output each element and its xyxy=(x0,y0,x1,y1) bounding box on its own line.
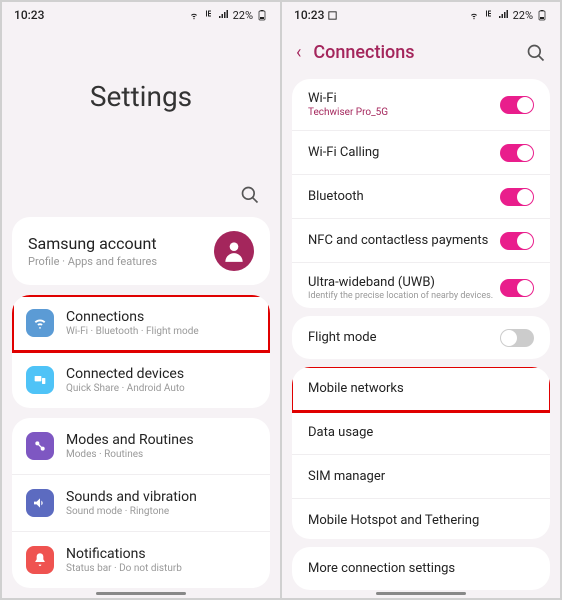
account-sub: Profile · Apps and features xyxy=(28,255,214,268)
person-icon xyxy=(221,238,247,264)
flight-mode-row[interactable]: Flight mode xyxy=(292,316,550,359)
setting-label: Modes and Routines xyxy=(66,432,256,448)
setting-sub: Sound mode · Ringtone xyxy=(66,506,256,517)
setting-label: Connections xyxy=(66,309,256,325)
search-icon[interactable] xyxy=(240,185,260,205)
volte-icon xyxy=(483,9,495,21)
devices-icon xyxy=(26,366,54,394)
status-icons: 22% xyxy=(188,9,268,22)
modes-icon xyxy=(26,432,54,460)
status-bar: 10:23 22% xyxy=(282,2,560,28)
conn-group-1: Wi-FiTechwiser Pro_5G Wi-Fi Calling Blue… xyxy=(292,79,550,308)
wifi-icon xyxy=(26,309,54,337)
connected-devices-row[interactable]: Connected devices Quick Share · Android … xyxy=(12,352,270,408)
home-indicator[interactable] xyxy=(96,592,186,595)
sounds-row[interactable]: Sounds and vibration Sound mode · Ringto… xyxy=(12,475,270,532)
modes-row[interactable]: Modes and Routines Modes · Routines xyxy=(12,418,270,475)
avatar[interactable] xyxy=(214,231,254,271)
wifi-calling-row[interactable]: Wi-Fi Calling xyxy=(292,131,550,175)
wifi-icon xyxy=(188,9,200,21)
battery-pct: 22% xyxy=(233,9,253,22)
setting-sub: Status bar · Do not disturb xyxy=(66,563,256,574)
signal-icon xyxy=(498,9,510,21)
signal-icon xyxy=(218,9,230,21)
mobile-networks-row[interactable]: Mobile networks xyxy=(292,367,550,411)
volte-icon xyxy=(203,9,215,21)
wifi-icon xyxy=(468,9,480,21)
setting-label: Sounds and vibration xyxy=(66,489,256,505)
wifi-calling-toggle[interactable] xyxy=(500,144,534,162)
wifi-toggle[interactable] xyxy=(500,96,534,114)
settings-screen: 10:23 22% Settings Samsung account Profi… xyxy=(2,2,280,598)
battery-icon xyxy=(536,9,548,21)
battery-pct: 22% xyxy=(513,9,533,22)
screenshot-icon xyxy=(327,10,338,21)
back-icon[interactable]: ‹ xyxy=(296,42,301,63)
bluetooth-row[interactable]: Bluetooth xyxy=(292,175,550,219)
page-title: Connections xyxy=(313,42,526,63)
setting-label: Notifications xyxy=(66,546,256,562)
bluetooth-toggle[interactable] xyxy=(500,188,534,206)
notifications-row[interactable]: Notifications Status bar · Do not distur… xyxy=(12,532,270,588)
nfc-row[interactable]: NFC and contactless payments xyxy=(292,219,550,263)
more-settings-row[interactable]: More connection settings xyxy=(292,547,550,590)
status-bar: 10:23 22% xyxy=(2,2,280,28)
settings-group-1: Connections Wi-Fi · Bluetooth · Flight m… xyxy=(12,295,270,408)
battery-icon xyxy=(256,9,268,21)
status-time: 10:23 xyxy=(294,8,338,22)
page-header: ‹ Connections xyxy=(282,28,560,79)
uwb-toggle[interactable] xyxy=(500,279,534,297)
sound-icon xyxy=(26,489,54,517)
home-indicator[interactable] xyxy=(376,592,466,595)
connections-screen: 10:23 22% ‹ Connections Wi-FiTechwiser P… xyxy=(282,2,560,598)
search-icon[interactable] xyxy=(526,43,546,63)
account-card[interactable]: Samsung account Profile · Apps and featu… xyxy=(12,217,270,285)
bell-icon xyxy=(26,546,54,574)
conn-group-2: Flight mode xyxy=(292,316,550,359)
setting-sub: Quick Share · Android Auto xyxy=(66,383,256,394)
conn-group-3: Mobile networks Data usage SIM manager M… xyxy=(292,367,550,539)
connections-row[interactable]: Connections Wi-Fi · Bluetooth · Flight m… xyxy=(12,295,270,352)
nfc-toggle[interactable] xyxy=(500,232,534,250)
hotspot-row[interactable]: Mobile Hotspot and Tethering xyxy=(292,499,550,539)
page-title: Settings xyxy=(2,28,280,185)
setting-sub: Modes · Routines xyxy=(66,449,256,460)
flight-mode-toggle[interactable] xyxy=(500,329,534,347)
conn-group-4: More connection settings xyxy=(292,547,550,590)
wifi-row[interactable]: Wi-FiTechwiser Pro_5G xyxy=(292,79,550,131)
account-title: Samsung account xyxy=(28,234,214,253)
settings-group-2: Modes and Routines Modes · Routines Soun… xyxy=(12,418,270,588)
status-icons: 22% xyxy=(468,9,548,22)
setting-sub: Wi-Fi · Bluetooth · Flight mode xyxy=(66,326,256,337)
setting-label: Connected devices xyxy=(66,366,256,382)
sim-manager-row[interactable]: SIM manager xyxy=(292,455,550,499)
status-time: 10:23 xyxy=(14,8,44,22)
data-usage-row[interactable]: Data usage xyxy=(292,411,550,455)
uwb-row[interactable]: Ultra-wideband (UWB)Identify the precise… xyxy=(292,263,550,308)
